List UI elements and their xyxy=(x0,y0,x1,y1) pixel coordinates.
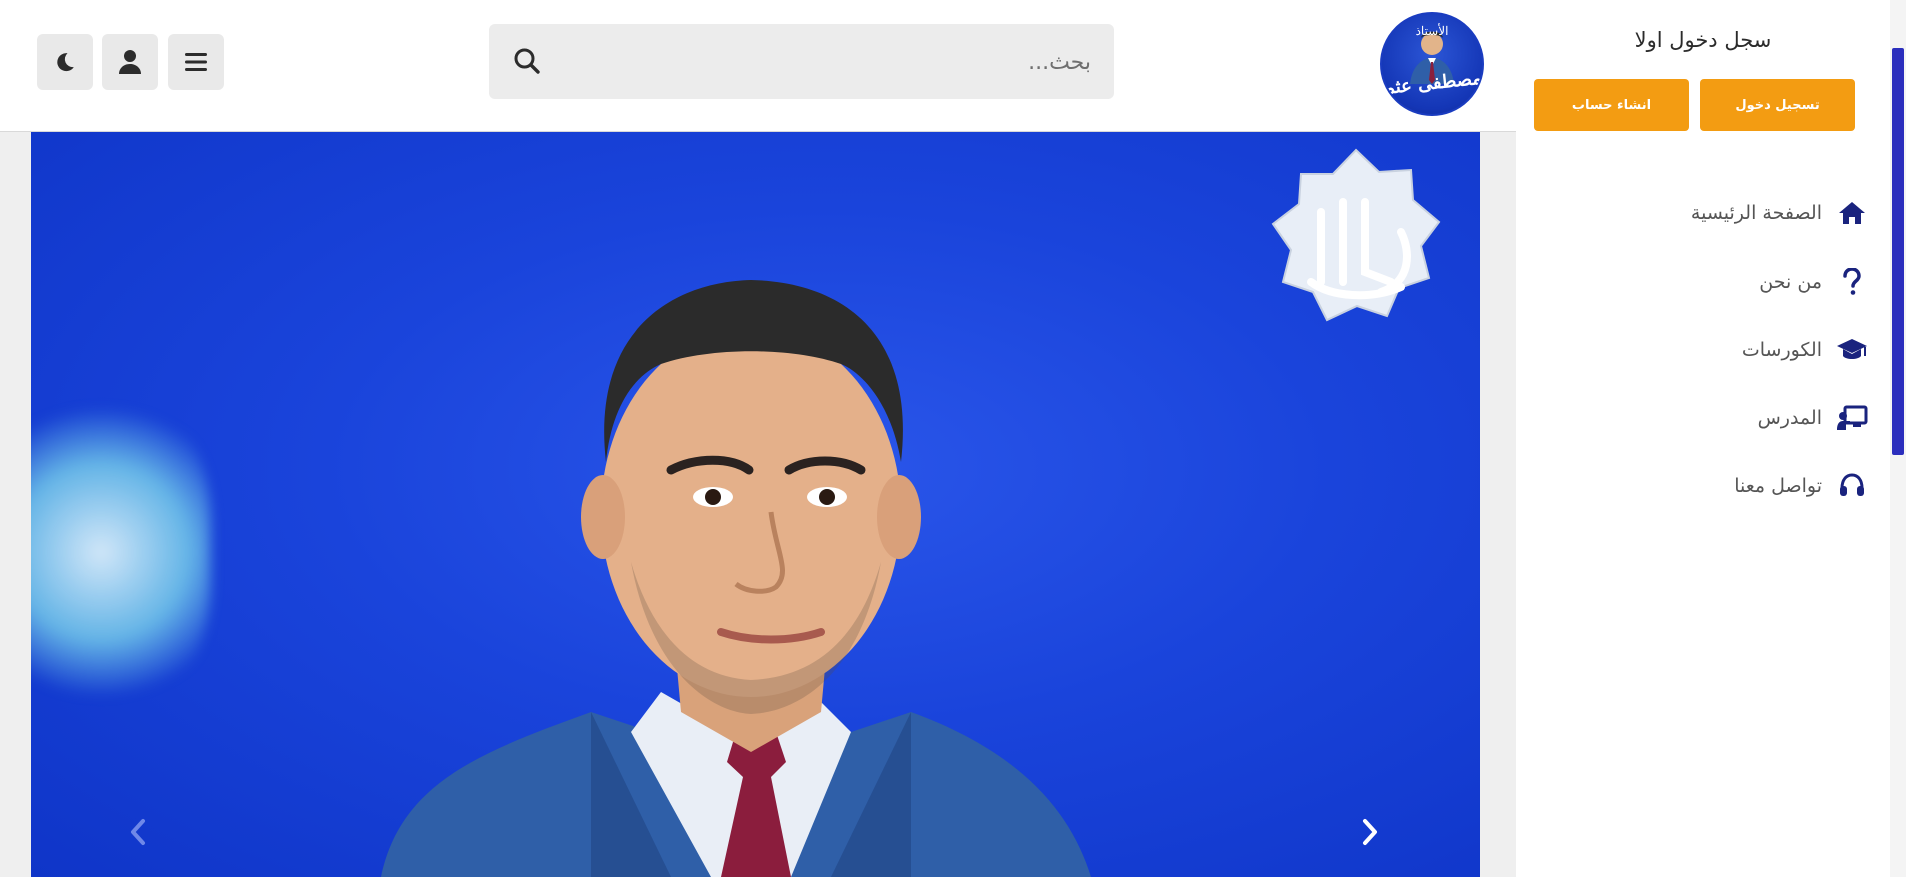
sidebar-item-teacher[interactable]: المدرس xyxy=(1758,398,1868,438)
sidebar-item-label: المدرس xyxy=(1757,407,1822,429)
main-area: الأستاذ مصطفى عثمان xyxy=(0,0,1516,877)
teacher-portrait xyxy=(381,280,1091,877)
search-input[interactable] xyxy=(569,24,1093,101)
search-icon[interactable] xyxy=(513,47,541,79)
graduation-cap-icon xyxy=(1836,334,1868,366)
hero-banner xyxy=(31,132,1480,877)
headset-icon xyxy=(1836,470,1868,502)
theme-toggle-button[interactable] xyxy=(37,34,93,90)
moon-icon xyxy=(57,53,74,72)
sidebar-item-label: تواصل معنا xyxy=(1734,475,1822,497)
page-scrollbar[interactable] xyxy=(1890,0,1906,877)
hamburger-icon xyxy=(185,53,207,71)
sidebar: سجل دخول اولا تسجيل دخول انشاء حساب الصف… xyxy=(1516,0,1890,877)
carousel-next-button[interactable] xyxy=(1350,808,1390,856)
home-icon xyxy=(1836,197,1868,229)
question-icon xyxy=(1836,266,1868,298)
account-button[interactable] xyxy=(102,34,158,90)
teacher-board-icon xyxy=(1836,402,1868,434)
sidebar-item-home[interactable]: الصفحة الرئيسية xyxy=(1691,193,1868,233)
register-button[interactable]: انشاء حساب xyxy=(1534,79,1689,131)
sidebar-item-about[interactable]: من نحن xyxy=(1759,262,1868,302)
sidebar-item-label: الكورسات xyxy=(1741,339,1822,361)
chevron-left-icon xyxy=(131,819,145,845)
sidebar-item-label: الصفحة الرئيسية xyxy=(1690,202,1822,224)
sidebar-item-courses[interactable]: الكورسات xyxy=(1742,330,1868,370)
scrollbar-thumb[interactable] xyxy=(1892,48,1904,455)
top-navbar: الأستاذ مصطفى عثمان xyxy=(0,0,1516,132)
user-icon xyxy=(119,50,141,74)
sidebar-item-contact[interactable]: تواصل معنا xyxy=(1734,466,1868,506)
login-button[interactable]: تسجيل دخول xyxy=(1700,79,1855,131)
sidebar-title: سجل دخول اولا xyxy=(1634,28,1772,52)
chevron-right-icon xyxy=(1363,819,1377,845)
menu-button[interactable] xyxy=(168,34,224,90)
site-logo[interactable]: الأستاذ مصطفى عثمان xyxy=(1380,12,1484,116)
sidebar-item-label: من نحن xyxy=(1759,271,1822,293)
carousel-prev-button[interactable] xyxy=(118,808,158,856)
search-bar xyxy=(489,24,1114,101)
logo-title: الأستاذ xyxy=(1415,24,1449,38)
